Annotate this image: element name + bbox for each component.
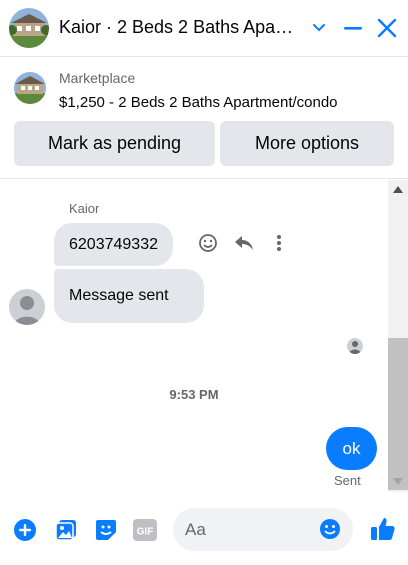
svg-text:GIF: GIF: [137, 527, 154, 538]
minus-icon[interactable]: [343, 18, 363, 38]
message-timestamp: 9:53 PM: [169, 387, 219, 402]
message-status: Sent: [334, 473, 361, 488]
listing-small-thumbnail[interactable]: [14, 72, 46, 104]
scroll-down-arrow-icon[interactable]: [393, 478, 403, 485]
composer: GIF Aa: [0, 492, 408, 565]
listing-thumbnail[interactable]: [9, 8, 49, 48]
more-actions-icon[interactable]: [268, 232, 290, 254]
message-input[interactable]: Aa: [173, 508, 353, 551]
more-options-button[interactable]: More options: [220, 121, 394, 166]
listing-title[interactable]: $1,250 - 2 Beds 2 Baths Apartment/condo: [59, 94, 338, 111]
marketplace-listing: Marketplace $1,250 - 2 Beds 2 Baths Apar…: [0, 57, 408, 179]
incoming-message[interactable]: 6203749332: [54, 223, 173, 266]
mark-as-pending-button[interactable]: Mark as pending: [14, 121, 215, 166]
reply-icon[interactable]: [233, 232, 255, 254]
message-placeholder: Aa: [185, 520, 206, 539]
message-thread: Kaior 6203749332 Message sent 9:53 PM ok…: [0, 180, 408, 492]
chat-title[interactable]: Kaior · 2 Beds 2 Baths Apartment/condo: [59, 17, 299, 38]
chevron-down-icon[interactable]: [309, 18, 329, 38]
outgoing-message[interactable]: ok: [326, 427, 377, 470]
incoming-message[interactable]: Message sent: [54, 269, 204, 323]
scrollbar[interactable]: [388, 180, 408, 492]
scrollbar-thumb[interactable]: [388, 338, 408, 490]
sticker-icon[interactable]: [94, 518, 118, 542]
plus-circle-icon[interactable]: [13, 518, 37, 542]
close-icon[interactable]: [377, 18, 397, 38]
photo-icon[interactable]: [54, 518, 78, 542]
chat-header: Kaior · 2 Beds 2 Baths Apartment/condo: [0, 0, 408, 57]
like-icon[interactable]: [370, 516, 396, 542]
scroll-up-arrow-icon[interactable]: [393, 186, 403, 193]
avatar[interactable]: [9, 289, 45, 325]
marketplace-label: Marketplace: [59, 70, 136, 86]
emoji-react-icon[interactable]: [197, 232, 219, 254]
seen-avatar: [347, 338, 363, 354]
gif-icon[interactable]: GIF: [133, 518, 157, 542]
sender-name: Kaior: [69, 201, 100, 216]
emoji-icon[interactable]: [319, 518, 341, 540]
